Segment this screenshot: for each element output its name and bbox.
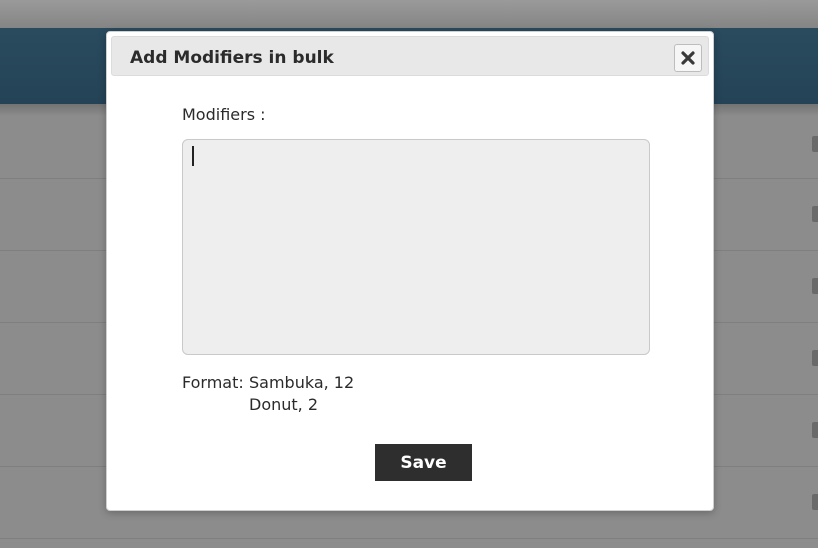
background-row-marker: [812, 494, 818, 510]
close-x-icon: [681, 51, 695, 65]
format-example-line: Donut, 2: [249, 395, 319, 414]
dialog-titlebar: Add Modifiers in bulk: [111, 36, 709, 76]
background-row-marker: [812, 136, 818, 152]
format-hint-row: Format: Sambuka, 12: [182, 372, 354, 394]
background-row-marker: [812, 350, 818, 366]
format-example-line: Sambuka, 12: [249, 373, 355, 392]
close-button[interactable]: [674, 44, 702, 72]
background-row-marker: [812, 206, 818, 222]
format-label: Format:: [182, 373, 244, 392]
background-row-marker: [812, 422, 818, 438]
format-indent: [182, 394, 249, 416]
modifiers-label: Modifiers :: [182, 105, 266, 124]
dialog-title: Add Modifiers in bulk: [130, 48, 334, 68]
background-row-marker: [812, 278, 818, 294]
text-caret: [192, 146, 194, 166]
format-hint: Format: Sambuka, 12 Donut, 2: [182, 372, 354, 416]
save-button[interactable]: Save: [375, 444, 472, 481]
background-row-divider: [0, 538, 818, 539]
modifiers-textarea[interactable]: [182, 139, 650, 355]
background-top-bar: [0, 0, 818, 28]
format-hint-row: Donut, 2: [182, 394, 354, 416]
add-modifiers-dialog: Add Modifiers in bulk Modifiers : Format…: [106, 31, 714, 511]
